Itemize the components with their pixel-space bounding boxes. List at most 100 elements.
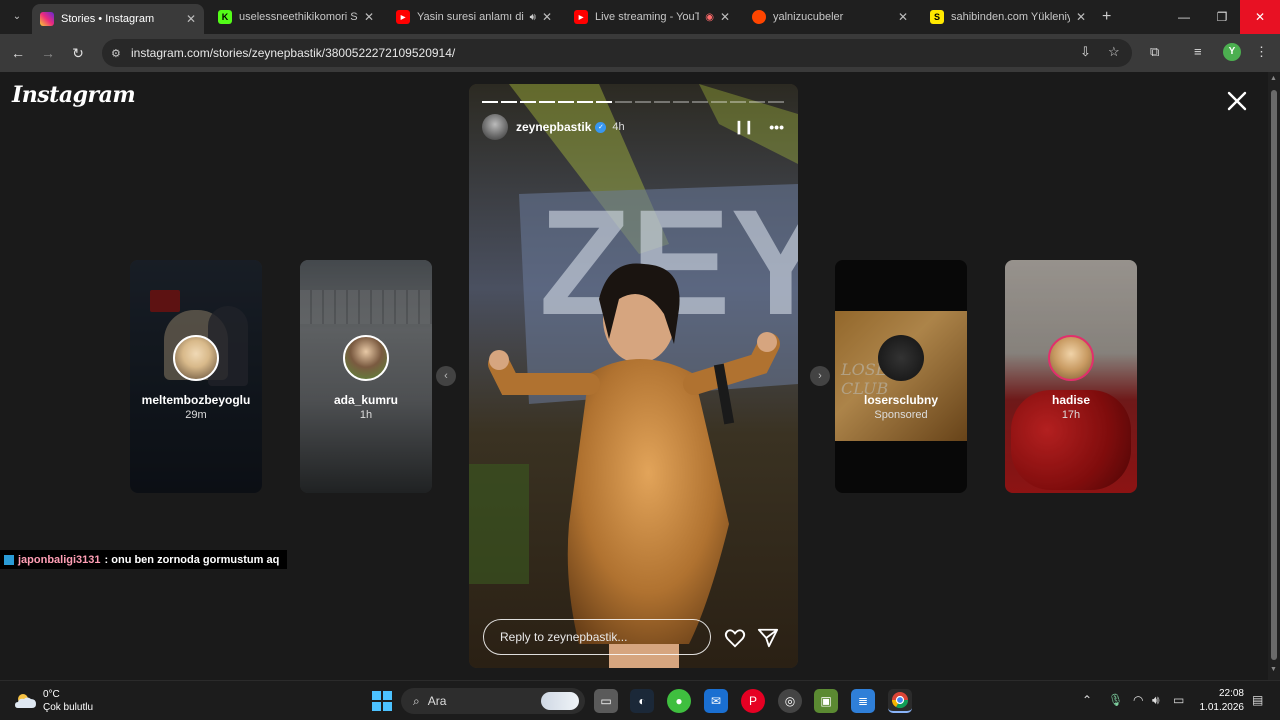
story-time: 17h <box>1061 409 1081 421</box>
progress-segment <box>729 101 746 103</box>
story-username: hadise <box>1051 393 1090 407</box>
site-info-icon[interactable]: ⚙ <box>111 47 125 60</box>
xbox-app-icon[interactable]: ● <box>667 689 691 713</box>
send-icon[interactable] <box>757 627 779 649</box>
notepad-icon[interactable]: ≣ <box>851 689 875 713</box>
reload-icon[interactable]: ↻ <box>68 43 88 63</box>
app-icon-notification[interactable]: ◎ <box>778 689 802 713</box>
story-progress-bar <box>482 101 784 103</box>
media-controls-icon[interactable]: ≡ <box>1194 44 1202 59</box>
task-view-icon[interactable]: ▭ <box>594 689 618 713</box>
sponsored-label: Sponsored <box>874 409 928 421</box>
progress-segment <box>577 101 594 103</box>
toolbar: ← → ↻ ⚙ instagram.com/stories/zeynepbast… <box>0 34 1280 72</box>
side-story-meltembozbeyoglu[interactable]: meltembozbeyoglu 29m <box>130 260 262 493</box>
notifications-icon[interactable]: ▤ <box>1252 693 1263 707</box>
weather-temperature: 0°C <box>43 689 60 700</box>
story-username[interactable]: zeynepbastik <box>516 120 591 134</box>
avatar[interactable] <box>482 114 508 140</box>
more-options-icon[interactable]: ••• <box>769 119 784 135</box>
instagram-stories-page: Instagram meltembozbeyoglu 29m ada_kumru… <box>0 72 1268 680</box>
reply-input[interactable] <box>483 619 711 655</box>
previous-story-button[interactable]: ‹ <box>436 366 456 386</box>
weather-widget[interactable]: 0°C Çok bulutlu <box>14 688 93 714</box>
audio-playing-icon[interactable]: 🔊︎ <box>530 12 536 23</box>
tab-instagram-stories[interactable]: Stories • Instagram ✕ <box>32 4 204 34</box>
tab-search-button[interactable]: ⌄ <box>8 8 26 26</box>
scroll-down-icon[interactable]: ▼ <box>1270 666 1277 673</box>
profile-avatar[interactable]: Y <box>1223 43 1241 61</box>
close-tab-icon[interactable]: ✕ <box>542 10 552 24</box>
kick-favicon-icon: K <box>218 10 232 24</box>
side-story-hadise[interactable]: hadise 17h <box>1005 260 1137 493</box>
mail-icon[interactable]: ✉ <box>704 689 728 713</box>
bookmark-star-icon[interactable]: ☆ <box>1108 44 1120 60</box>
story-viewer[interactable]: ZEY zeynepbastik ✓ 4h ❙❙ ••• <box>469 84 798 668</box>
progress-segment <box>710 101 727 103</box>
tab-title: Live streaming - YouTu <box>595 11 700 23</box>
windows-start-icon[interactable] <box>370 689 394 713</box>
tab-reddit[interactable]: yalnizucubeler ✕ <box>744 4 916 30</box>
tab-sahibinden[interactable]: S sahibinden.com Yükleniy ✕ <box>922 4 1094 30</box>
avatar <box>878 335 924 381</box>
sahibinden-favicon-icon: S <box>930 10 944 24</box>
wifi-icon[interactable]: ◠ <box>1133 693 1143 707</box>
show-hidden-icons[interactable]: ⌃ <box>1082 693 1092 707</box>
minimize-button[interactable]: — <box>1164 0 1204 34</box>
battery-icon[interactable]: ▭ <box>1173 693 1184 707</box>
scrollbar-thumb[interactable] <box>1271 90 1277 660</box>
url-text[interactable]: instagram.com/stories/zeynepbastik/38005… <box>131 46 455 60</box>
chrome-taskbar-icon[interactable] <box>888 689 912 713</box>
extensions-icon[interactable]: ⧉ <box>1150 44 1159 60</box>
system-clock[interactable]: 22:08 1.01.2026 <box>1198 687 1245 715</box>
install-app-icon[interactable]: ⇩ <box>1080 44 1091 60</box>
page-scrollbar[interactable]: ▲ ▼ <box>1268 72 1280 680</box>
youtube-favicon-icon: ▶ <box>396 10 410 24</box>
close-tab-icon[interactable]: ✕ <box>898 10 908 24</box>
tab-title: yalnizucubeler <box>773 11 844 23</box>
avatar <box>1048 335 1094 381</box>
chrome-menu-icon[interactable]: ⋮ <box>1255 44 1268 60</box>
taskbar-search[interactable]: ⌕ Ara <box>401 688 585 714</box>
progress-segment <box>672 101 689 103</box>
new-tab-button[interactable]: + <box>1102 8 1111 26</box>
next-story-button[interactable]: › <box>810 366 830 386</box>
close-tab-icon[interactable]: ✕ <box>1076 10 1086 24</box>
close-window-button[interactable]: ✕ <box>1240 0 1280 34</box>
tab-title: Stories • Instagram <box>61 13 155 25</box>
address-bar[interactable]: ⚙ instagram.com/stories/zeynepbastik/380… <box>102 39 1132 67</box>
tab-kick-stream[interactable]: K uselessneethikikomori Stre ✕ <box>210 4 382 30</box>
story-time: 29m <box>185 409 207 421</box>
chat-text: : onu ben zornoda gormustum aq <box>104 553 280 566</box>
close-tab-icon[interactable]: ✕ <box>364 10 374 24</box>
scroll-up-icon[interactable]: ▲ <box>1270 75 1277 82</box>
youtube-favicon-icon: ▶ <box>574 10 588 24</box>
progress-segment <box>767 101 784 103</box>
instagram-favicon-icon <box>40 12 54 26</box>
clock-time: 22:08 <box>1218 688 1244 699</box>
close-tab-icon[interactable]: ✕ <box>186 12 196 26</box>
story-time: 1h <box>359 409 373 421</box>
tab-youtube-yasin[interactable]: ▶ Yasin suresi anlamı din 🔊︎ ✕ <box>388 4 560 30</box>
pinterest-icon[interactable]: P <box>741 689 765 713</box>
heart-icon[interactable] <box>724 627 746 649</box>
restore-button[interactable]: ❐ <box>1202 0 1242 34</box>
back-arrow-icon[interactable]: ← <box>8 43 28 63</box>
volume-icon[interactable]: 🔊︎ <box>1152 693 1160 708</box>
forward-arrow-icon[interactable]: → <box>38 43 58 63</box>
progress-segment <box>539 101 556 103</box>
side-story-ada-kumru[interactable]: ada_kumru 1h <box>300 260 432 493</box>
tab-youtube-live[interactable]: ▶ Live streaming - YouTu ◉ ✕ <box>566 4 738 30</box>
minecraft-icon[interactable]: ▣ <box>814 689 838 713</box>
microphone-icon[interactable]: 🎙︎ <box>1108 693 1123 707</box>
pause-icon[interactable]: ❙❙ <box>733 119 754 135</box>
close-tab-icon[interactable]: ✕ <box>720 10 730 24</box>
chat-badge-icon <box>4 554 14 565</box>
steam-icon[interactable]: ◐ <box>630 689 654 713</box>
side-story-losersclubny[interactable]: LOSE CLUB losersclubny Sponsored <box>835 260 967 493</box>
close-icon[interactable] <box>1226 90 1248 112</box>
instagram-logo[interactable]: Instagram <box>12 82 136 108</box>
story-header: zeynepbastik ✓ 4h ❙❙ ••• <box>482 114 784 140</box>
weather-description: Çok bulutlu <box>43 702 94 713</box>
progress-segment <box>653 101 670 103</box>
